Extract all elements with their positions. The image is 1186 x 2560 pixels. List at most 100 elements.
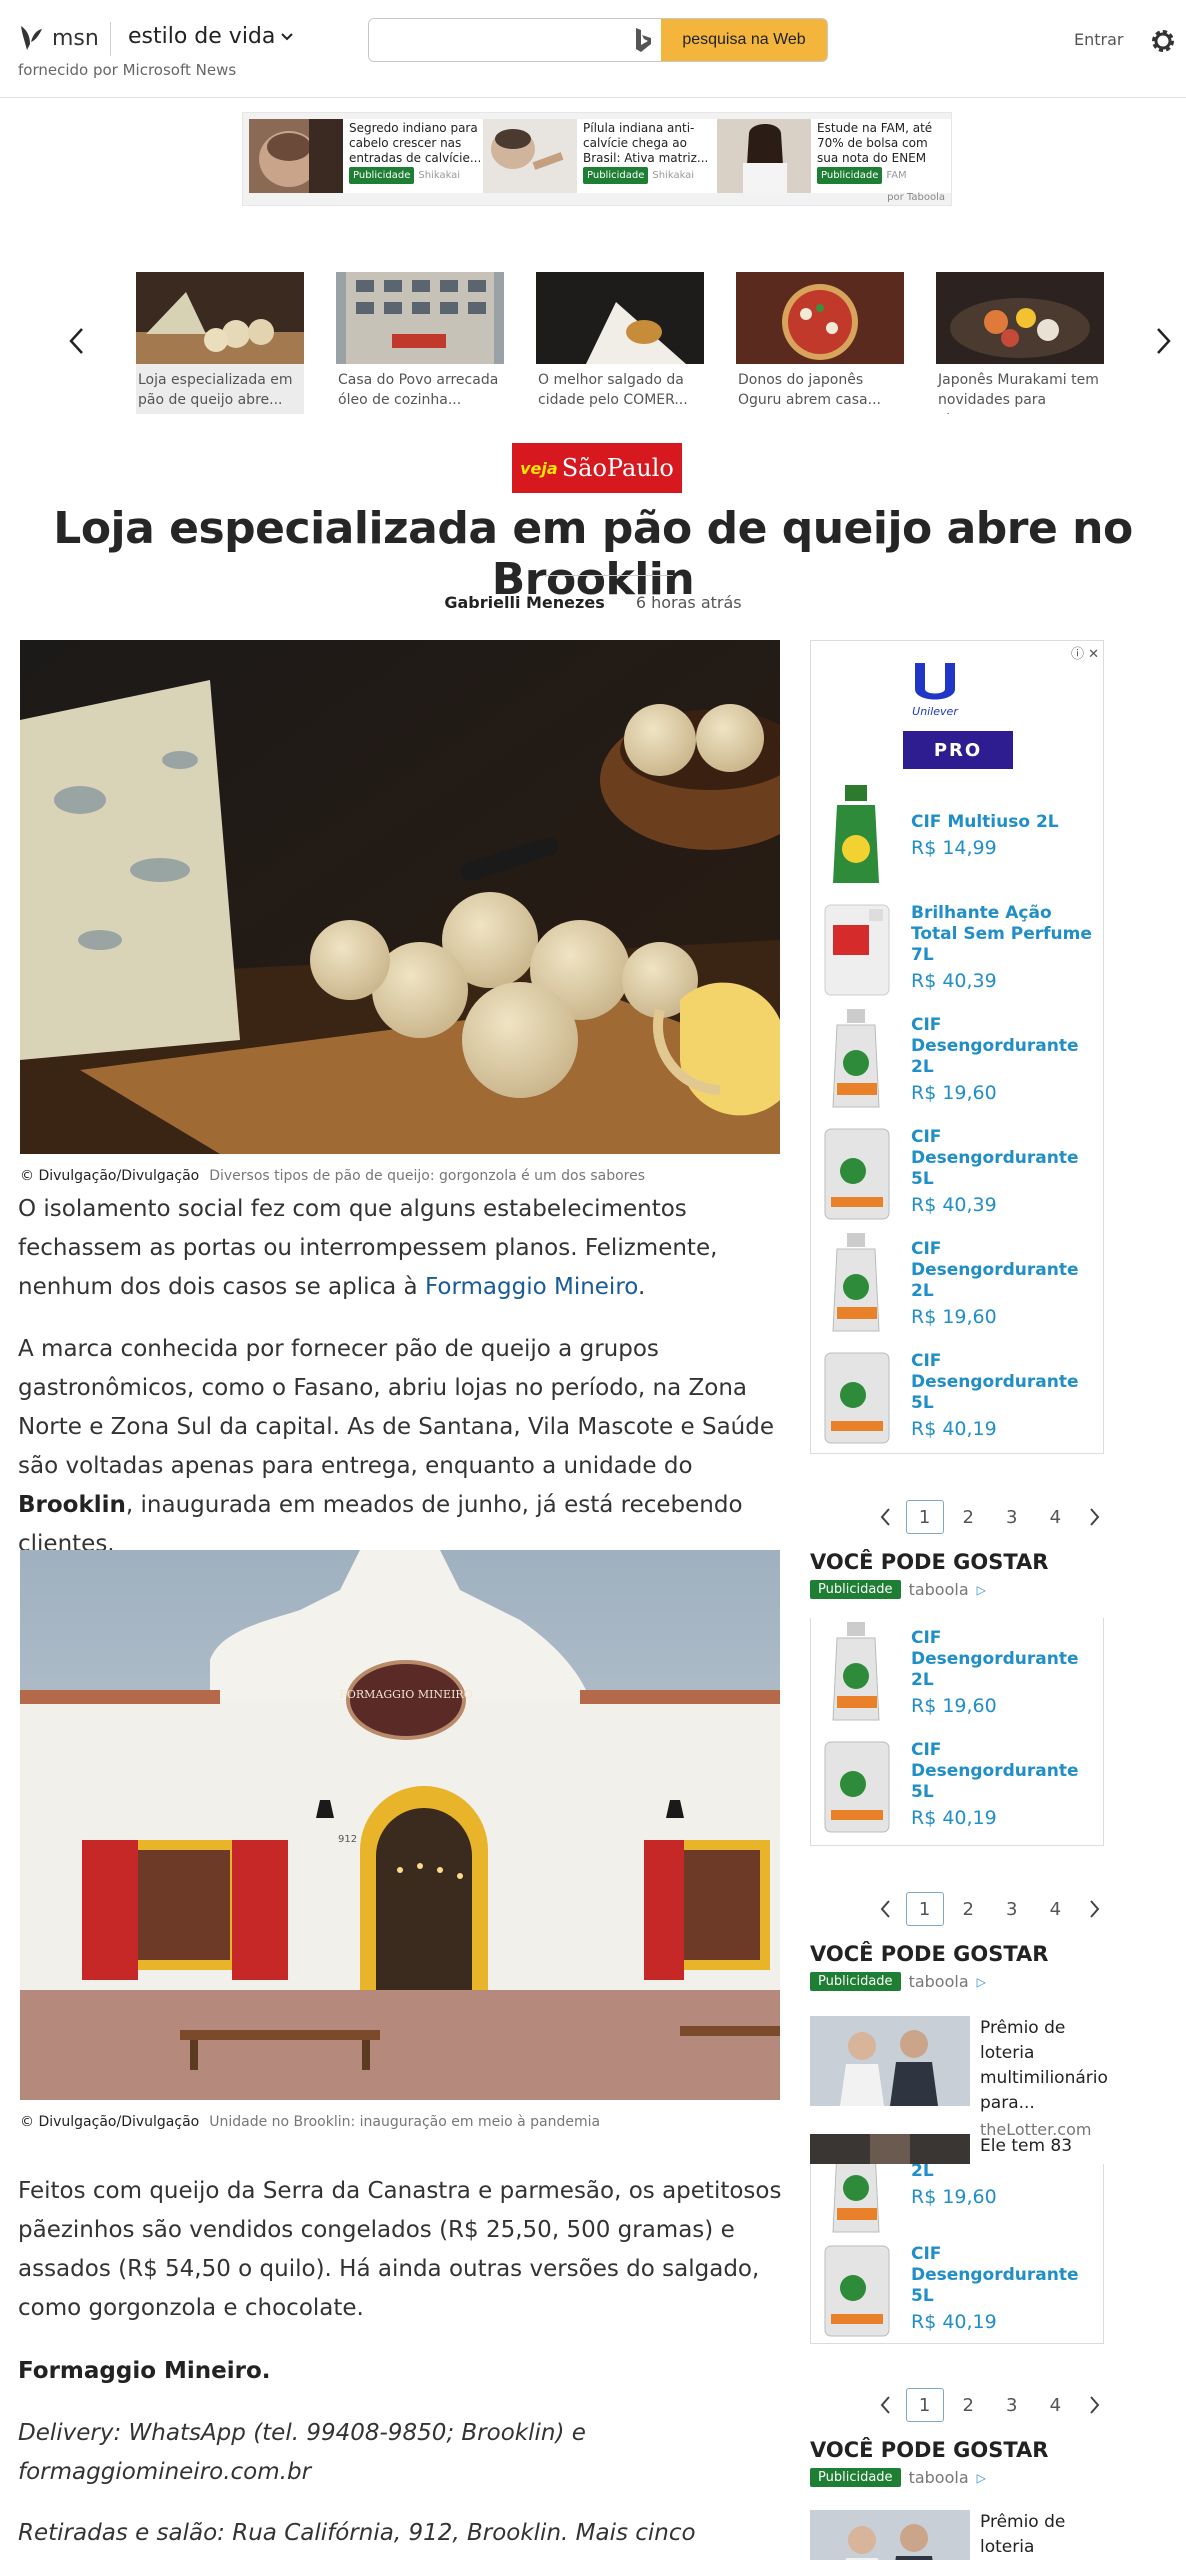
- product-item[interactable]: CIF Desengordurante 5L R$ 40,19: [819, 1730, 1099, 1838]
- product-item[interactable]: Brilhante Ação Total Sem Perfume 7L R$ 40…: [819, 893, 1099, 1001]
- product-item[interactable]: CIF Desengordurante 5L R$ 40,39: [819, 1117, 1099, 1225]
- paragraph: O isolamento social fez com que alguns e…: [18, 1190, 784, 1307]
- product-image: [824, 1741, 890, 1833]
- carousel-item[interactable]: Casa do Povo arrecada óleo de cozinha...: [336, 272, 504, 414]
- product-item[interactable]: CIF Desengordurante 5L R$ 40,19: [819, 2234, 1099, 2342]
- product-item[interactable]: CIF Desengordurante 2L R$ 19,60: [819, 1005, 1099, 1113]
- sponsored-thumbnail: [249, 119, 343, 193]
- search-input[interactable]: [369, 19, 625, 61]
- bing-icon: [625, 19, 661, 61]
- pro-badge: PRO: [903, 731, 1013, 769]
- pager-page-3[interactable]: 3: [993, 2388, 1031, 2422]
- sidebar-ad-small: CIF Desengordurante 2L R$ 19,60 CIF Desen…: [810, 1618, 1104, 1846]
- pager-prev-button[interactable]: [870, 1892, 900, 1926]
- related-carousel: Loja especializada em pão de queijo abre…: [0, 268, 1186, 428]
- pager-page-1[interactable]: 1: [905, 1500, 944, 1534]
- taboola-attribution[interactable]: por Taboola: [887, 192, 945, 203]
- publisher-logo-saopaulo: SãoPaulo: [561, 454, 674, 482]
- carousel-next-button[interactable]: [1146, 316, 1182, 366]
- author-name[interactable]: Gabrielli Menezes: [444, 593, 604, 612]
- chevron-down-icon: [281, 32, 294, 40]
- product-name: CIF Desengordurante 2L: [911, 1014, 1079, 1077]
- product-name: CIF Desengordurante 5L: [911, 1739, 1079, 1802]
- promo-item[interactable]: Prêmio de loteria multimilionário para..…: [810, 2510, 1110, 2560]
- product-item[interactable]: CIF Desengordurante 2L R$ 19,60: [819, 1618, 1099, 1726]
- pager-prev-button[interactable]: [870, 1500, 900, 1534]
- pager-page-2[interactable]: 2: [949, 1892, 987, 1926]
- carousel-item[interactable]: O melhor salgado da cidade pelo COMER...: [536, 272, 704, 414]
- promo-image: [810, 2510, 970, 2560]
- image-credit-source: © Divulgação/Divulgação: [20, 2114, 200, 2130]
- product-image: [833, 785, 879, 883]
- promo-item[interactable]: Prêmio de loteria multimilionário para..…: [810, 2016, 1110, 2139]
- section-dropdown[interactable]: estilo de vida: [128, 24, 294, 49]
- taboola-play-icon: ▷: [976, 2470, 986, 2485]
- product-image: [824, 2245, 890, 2337]
- article-image-cheese-bread[interactable]: [20, 640, 780, 1154]
- pager-next-button[interactable]: [1080, 1892, 1110, 1926]
- pager-prev-button[interactable]: [870, 2388, 900, 2422]
- product-item[interactable]: 2L R$ 19,60: [819, 2164, 1099, 2238]
- gear-icon[interactable]: [1148, 26, 1178, 56]
- product-item[interactable]: CIF Multiuso 2L R$ 14,99: [819, 781, 1099, 889]
- paragraph: A marca conhecida por fornecer pão de qu…: [18, 1330, 784, 1564]
- carousel-thumbnail: [936, 272, 1104, 364]
- byline: Gabrielli Menezes 6 horas atrás: [0, 593, 1186, 612]
- sponsored-item[interactable]: Segredo indiano para cabelo crescer nas …: [249, 119, 483, 193]
- msn-logo[interactable]: msn: [18, 24, 99, 52]
- article-image-storefront[interactable]: FORMAGGIO MINEIRO 912: [20, 1550, 780, 2100]
- carousel-prev-button[interactable]: [58, 316, 94, 366]
- web-search-button[interactable]: pesquisa na Web: [661, 19, 827, 61]
- product-price: R$ 40,19: [911, 1417, 997, 1440]
- pager-next-button[interactable]: [1080, 2388, 1110, 2422]
- promo-item[interactable]: Ele tem 83 anos e: [810, 2134, 1110, 2181]
- sidebar-ad-small: 2L R$ 19,60 CIF Desengordurante 5L R$ 40,1…: [810, 2164, 1104, 2344]
- publish-time: 6 horas atrás: [635, 593, 742, 612]
- promo-title: Ele tem 83 anos e: [980, 2136, 1073, 2181]
- pager-page-4[interactable]: 4: [1036, 1892, 1074, 1926]
- pager-next-button[interactable]: [1080, 1500, 1110, 1534]
- product-name: 2L: [911, 2164, 934, 2181]
- image-caption: Diversos tipos de pão de queijo: gorgonz…: [209, 1168, 646, 1184]
- sponsored-strip: Segredo indiano para cabelo crescer nas …: [242, 112, 952, 206]
- carousel-item[interactable]: Loja especializada em pão de queijo abre…: [136, 272, 304, 414]
- carousel-item[interactable]: Donos do japonês Oguru abrem casa...: [736, 272, 904, 414]
- unilever-logo-icon: [915, 663, 955, 700]
- carousel-item[interactable]: Japonês Murakami tem novidades para viag…: [936, 272, 1104, 414]
- pager-page-4[interactable]: 4: [1036, 2388, 1074, 2422]
- pager-page-2[interactable]: 2: [949, 1500, 987, 1534]
- sponsored-source: FAM: [886, 170, 907, 181]
- pager-page-2[interactable]: 2: [949, 2388, 987, 2422]
- pager-page-3[interactable]: 3: [993, 1892, 1031, 1926]
- product-name: Brilhante Ação Total Sem Perfume 7L: [911, 902, 1092, 965]
- taboola-play-icon: ▷: [976, 1582, 986, 1597]
- ad-close-icon[interactable]: ⓘ ✕: [1071, 643, 1099, 662]
- taboola-label[interactable]: taboola: [909, 2468, 969, 2487]
- product-price: R$ 40,39: [911, 1193, 997, 1216]
- promo-image: [810, 2016, 970, 2106]
- publicidade-badge: Publicidade: [810, 1972, 901, 1991]
- sponsored-item[interactable]: Estude na FAM, até 70% de bolsa com sua …: [717, 119, 951, 193]
- promo-image: [810, 2134, 970, 2164]
- pager-page-4[interactable]: 4: [1036, 1500, 1074, 1534]
- product-price: R$ 19,60: [911, 1694, 997, 1717]
- pager-page-1[interactable]: 1: [905, 1892, 944, 1926]
- sponsored-source: Shikakai: [652, 170, 695, 181]
- product-name: CIF Multiuso 2L: [911, 811, 1059, 832]
- pager-page-3[interactable]: 3: [993, 1500, 1031, 1534]
- storefront-sign-text: FORMAGGIO MINEIRO: [339, 1688, 472, 1701]
- formaggio-link[interactable]: Formaggio Mineiro: [425, 1274, 638, 1300]
- product-price: R$ 19,60: [911, 1305, 997, 1328]
- publisher-logo[interactable]: veja SãoPaulo: [512, 443, 682, 493]
- sponsored-item[interactable]: Pílula indiana anti-calvície chega ao Br…: [483, 119, 717, 193]
- taboola-label[interactable]: taboola: [909, 1972, 969, 1991]
- product-item[interactable]: CIF Desengordurante 5L R$ 40,19: [819, 1341, 1099, 1449]
- image-credit: © Divulgação/Divulgação Diversos tipos de…: [20, 1168, 645, 1184]
- product-image: [832, 1009, 880, 1108]
- ad-brand: Unilever: [912, 705, 958, 718]
- you-may-like-title: VOCÊ PODE GOSTAR: [810, 1550, 1049, 1574]
- signin-link[interactable]: Entrar: [1074, 30, 1123, 49]
- pager-page-1[interactable]: 1: [905, 2388, 944, 2422]
- product-item[interactable]: CIF Desengordurante 2L R$ 19,60: [819, 1229, 1099, 1337]
- taboola-label[interactable]: taboola: [909, 1580, 969, 1599]
